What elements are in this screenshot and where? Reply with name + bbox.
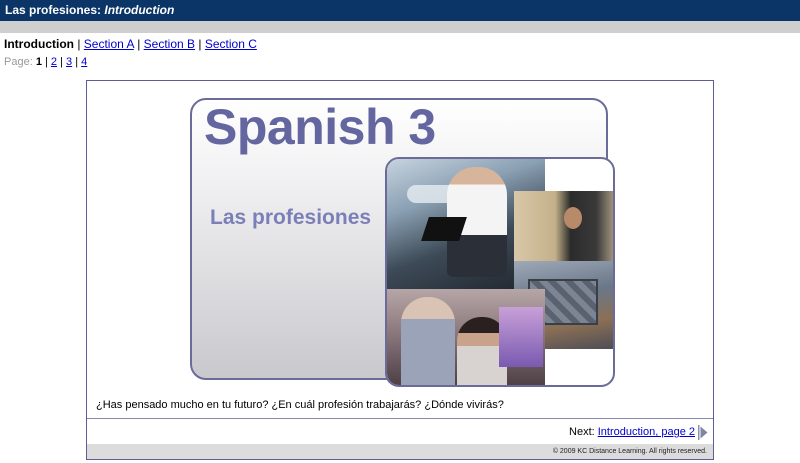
title-subtitle: Introduction	[104, 3, 175, 17]
page-nav: Page: 1 | 2 | 3 | 4	[4, 56, 87, 69]
page-separator: |	[60, 56, 63, 68]
divider	[87, 418, 713, 419]
app-title-bar: Las profesiones: Introduction	[0, 0, 800, 21]
page-link-3[interactable]: 3	[66, 56, 72, 68]
content-frame: Spanish 3 Las profesiones ¿Has pensado m…	[86, 80, 714, 460]
nav-current-introduction: Introduction	[4, 37, 74, 51]
professions-photo-collage	[385, 157, 615, 387]
nav-separator: |	[77, 37, 81, 51]
title-text: Las profesiones:	[5, 3, 105, 17]
banner-title: Spanish 3	[204, 99, 436, 155]
nav-link-section-a[interactable]: Section A	[84, 37, 134, 51]
page-label: Page:	[4, 56, 33, 68]
page-current: 1	[35, 56, 42, 68]
page-link-2[interactable]: 2	[51, 56, 57, 68]
next-page-link[interactable]: Introduction, page 2	[598, 426, 695, 438]
page-link-4[interactable]: 4	[81, 56, 87, 68]
page-separator: |	[75, 56, 79, 68]
intro-question: ¿Has pensado mucho en tu futuro? ¿En cuá…	[96, 399, 504, 411]
nav-separator: |	[198, 37, 202, 51]
copyright-text: © 2009 KC Distance Learning. All rights …	[552, 448, 707, 455]
next-label: Next:	[569, 426, 598, 438]
page-separator: |	[45, 56, 48, 68]
nav-link-section-c[interactable]: Section C	[205, 37, 257, 51]
footer-bar: © 2009 KC Distance Learning. All rights …	[87, 444, 713, 459]
photo-office-team	[387, 289, 545, 385]
banner-subtitle: Las profesiones	[210, 206, 372, 229]
nav-link-section-b[interactable]: Section B	[144, 37, 195, 51]
next-nav: Next: Introduction, page 2	[569, 426, 695, 438]
next-arrow-icon[interactable]	[698, 425, 708, 440]
section-nav: Introduction | Section A | Section B | S…	[4, 37, 257, 51]
nav-separator: |	[137, 37, 141, 51]
toolbar-strip	[0, 21, 800, 33]
